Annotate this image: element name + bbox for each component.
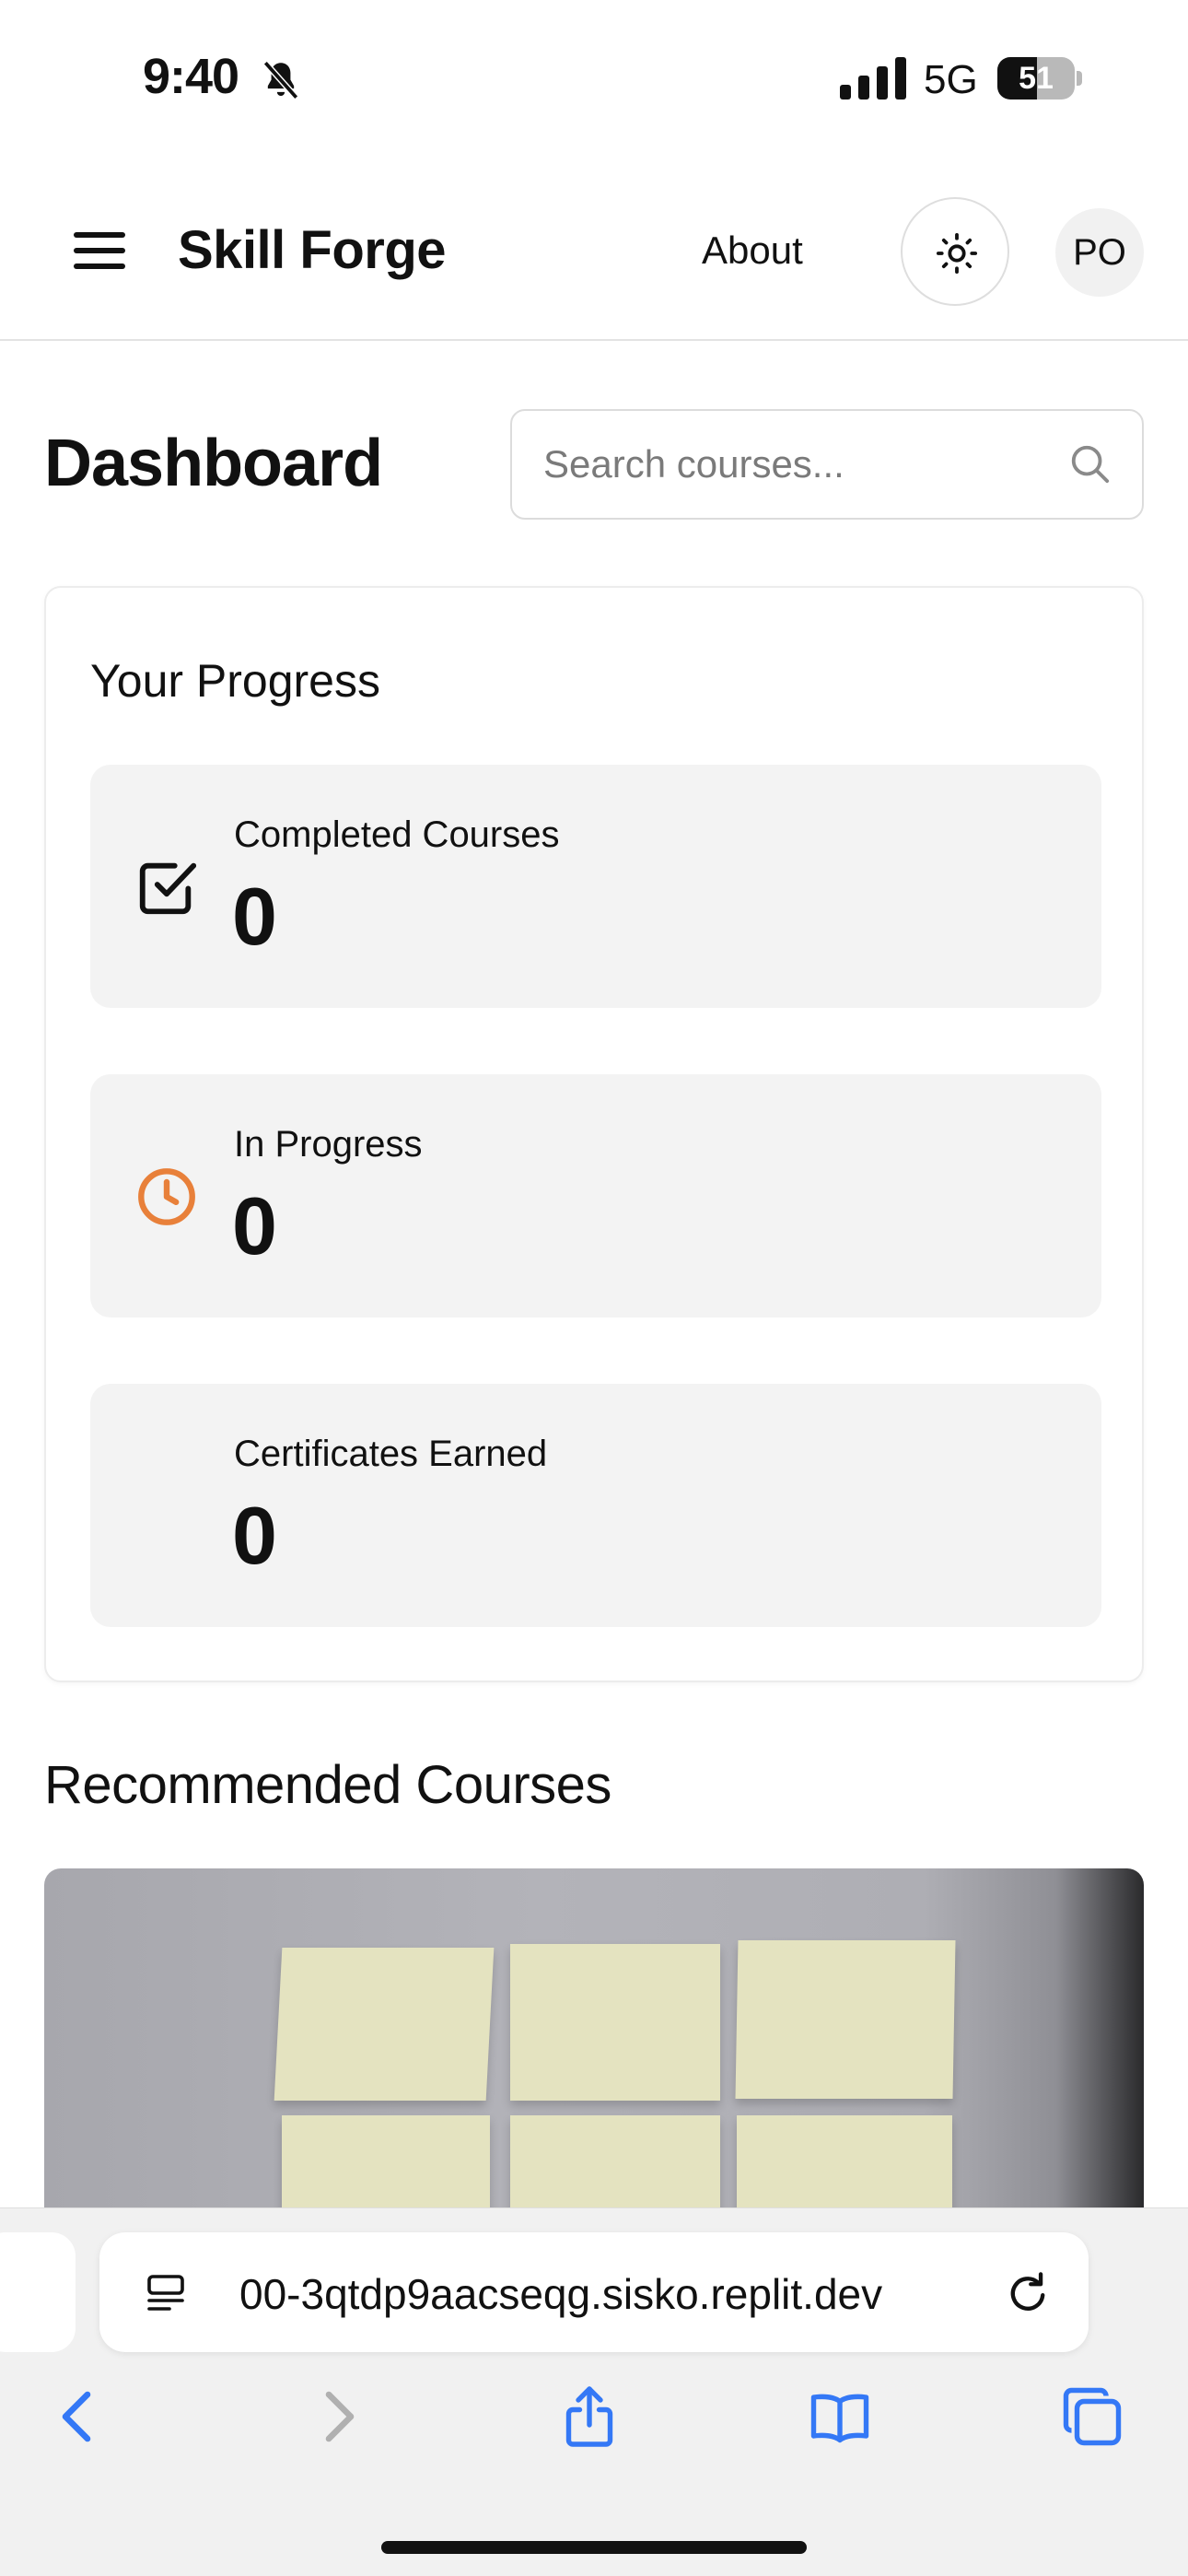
home-indicator <box>381 2541 807 2554</box>
reload-icon[interactable] <box>1004 2269 1052 2317</box>
progress-title: Your Progress <box>90 655 380 707</box>
stat-value: 0 <box>232 1490 277 1581</box>
course-thumbnail[interactable] <box>44 1868 1144 2228</box>
back-icon[interactable] <box>46 2383 112 2450</box>
sticky-note <box>735 1940 956 2099</box>
url-text[interactable]: 00-3qtdp9aacseqg.sisko.replit.dev <box>239 2269 967 2319</box>
status-bar: 9:40 5G 51 <box>0 0 1188 157</box>
stat-value: 0 <box>232 871 277 962</box>
brand-name[interactable]: Skill Forge <box>178 219 447 281</box>
stat-value: 0 <box>232 1180 277 1271</box>
network-type: 5G <box>924 57 978 102</box>
stat-label: Completed Courses <box>234 814 560 855</box>
progress-card: Your Progress Completed Courses 0 In Pro… <box>44 586 1144 1682</box>
forward-icon[interactable] <box>304 2383 370 2450</box>
page-menu-icon[interactable] <box>144 2271 188 2315</box>
search-input[interactable] <box>543 411 1059 518</box>
stat-certificates-earned: Certificates Earned 0 <box>90 1384 1101 1627</box>
avatar[interactable]: PO <box>1055 208 1144 297</box>
share-icon[interactable] <box>556 2383 623 2450</box>
check-square-icon <box>139 862 197 915</box>
silent-bell-icon <box>262 61 299 100</box>
battery-percent: 51 <box>1019 61 1054 96</box>
sun-icon <box>936 232 978 275</box>
sticky-note <box>510 1944 720 2101</box>
stat-in-progress: In Progress 0 <box>90 1074 1101 1317</box>
bookmarks-icon[interactable] <box>807 2383 873 2450</box>
page-title: Dashboard <box>44 427 383 500</box>
clock-icon <box>138 1168 195 1225</box>
battery-icon: 51 <box>997 57 1082 100</box>
about-link[interactable]: About <box>702 228 803 273</box>
stat-completed-courses: Completed Courses 0 <box>90 765 1101 1008</box>
stat-label: Certificates Earned <box>234 1434 548 1474</box>
search-box[interactable] <box>510 409 1144 520</box>
hamburger-menu-icon[interactable] <box>74 230 125 271</box>
previous-tab-preview[interactable] <box>0 2232 76 2352</box>
stat-label: In Progress <box>234 1124 423 1165</box>
theme-toggle-button[interactable] <box>901 197 1009 306</box>
status-time: 9:40 <box>143 49 239 104</box>
tabs-icon[interactable] <box>1059 2383 1125 2450</box>
app-header: Skill Forge About PO <box>0 157 1188 341</box>
address-bar[interactable]: 00-3qtdp9aacseqg.sisko.replit.dev <box>99 2232 1089 2352</box>
search-icon[interactable] <box>1068 442 1111 485</box>
signal-icon <box>840 57 906 100</box>
browser-toolbar: 00-3qtdp9aacseqg.sisko.replit.dev <box>0 2207 1188 2576</box>
sticky-note <box>274 1948 495 2101</box>
recommended-courses-title: Recommended Courses <box>44 1755 611 1815</box>
